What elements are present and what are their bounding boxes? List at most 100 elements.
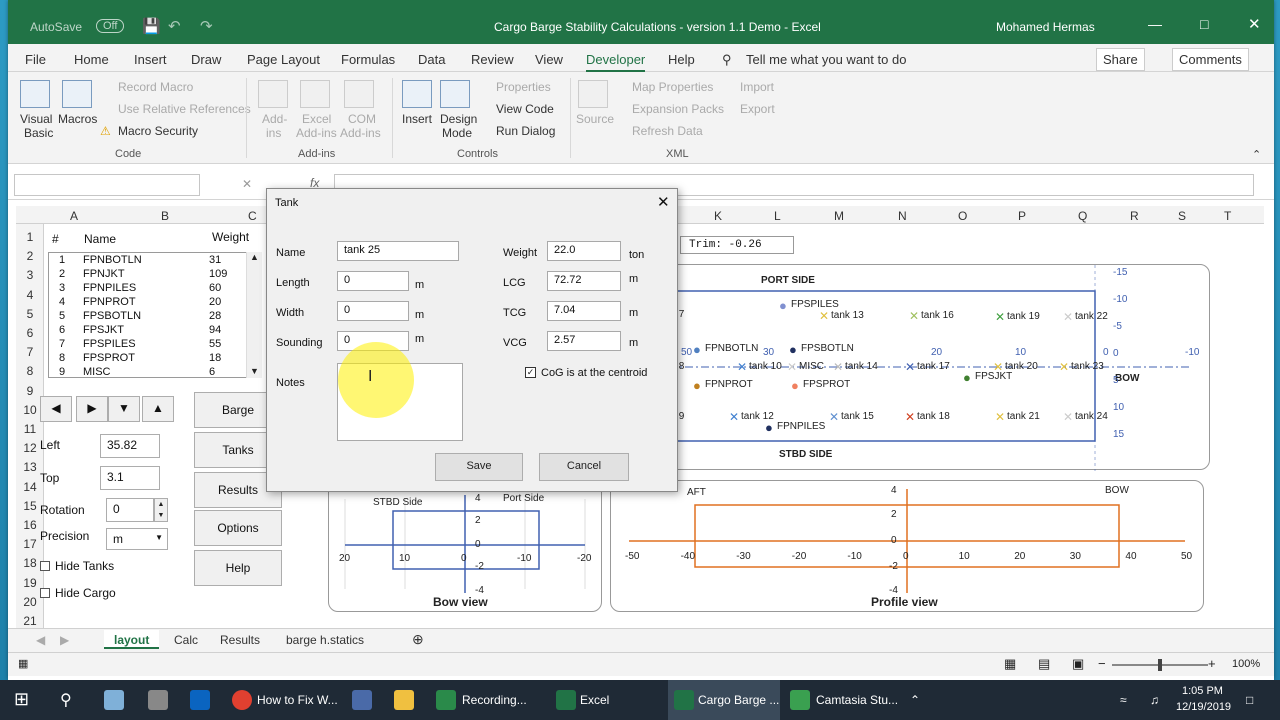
sheet-tab-calc[interactable]: Calc (174, 633, 198, 647)
com-addins-label-1[interactable]: COM (348, 112, 376, 126)
col-header[interactable]: P (1018, 209, 1026, 223)
tab-formulas[interactable]: Formulas (341, 52, 395, 67)
addins-label-1[interactable]: Add- (262, 112, 287, 126)
length-input[interactable]: 0 (337, 271, 409, 291)
design-mode-label-1[interactable]: Design (440, 112, 477, 126)
col-header[interactable]: N (898, 209, 907, 223)
com-addins-label-2[interactable]: Add-ins (340, 126, 381, 140)
row-header[interactable]: 8 (16, 364, 44, 378)
col-header[interactable]: M (834, 209, 844, 223)
recording-icon[interactable] (436, 690, 456, 710)
autosave-label[interactable]: AutoSave (30, 20, 82, 34)
visual-basic-label-1[interactable]: Visual (20, 112, 52, 126)
excel-icon[interactable] (556, 690, 576, 710)
tell-me-search[interactable]: Tell me what you want to do (746, 52, 906, 67)
properties-button[interactable]: Properties (496, 80, 551, 94)
normal-view-icon[interactable]: ▦ (1004, 656, 1016, 672)
col-header[interactable]: A (70, 209, 78, 223)
list-item[interactable]: 4 FPNPROT 20 (49, 296, 245, 310)
insert-control-icon[interactable] (402, 80, 432, 108)
col-header[interactable]: S (1178, 209, 1186, 223)
relative-references-button[interactable]: Use Relative References (118, 102, 251, 116)
tab-draw[interactable]: Draw (191, 52, 221, 67)
insert-control-button[interactable]: Insert (402, 112, 432, 126)
design-mode-label-2[interactable]: Mode (442, 126, 472, 140)
view-code-button[interactable]: View Code (496, 102, 554, 116)
move-right-button[interactable]: ▶ (76, 396, 108, 422)
top-input[interactable]: 3.1 (100, 466, 160, 490)
source-icon[interactable] (578, 80, 608, 108)
tray-chevron-icon[interactable]: ⌃ (910, 680, 920, 720)
expansion-packs-button[interactable]: Expansion Packs (632, 102, 724, 116)
cancel-button[interactable]: Cancel (539, 453, 629, 481)
row-header[interactable]: 21 (16, 614, 44, 628)
zoom-slider-thumb[interactable] (1158, 659, 1162, 671)
row-header[interactable]: 6 (16, 326, 44, 340)
visual-basic-label-2[interactable]: Basic (24, 126, 53, 140)
rotation-input[interactable]: 0 (106, 498, 154, 522)
close-icon[interactable]: ✕ (1248, 15, 1261, 33)
lcg-input[interactable]: 72.72 (547, 271, 621, 291)
move-down-button[interactable]: ▼ (108, 396, 140, 422)
tab-review[interactable]: Review (471, 52, 514, 67)
row-header[interactable]: 11 (16, 422, 44, 436)
col-header[interactable]: O (958, 209, 967, 223)
wifi-icon[interactable]: ≈ (1120, 680, 1127, 720)
run-dialog-button[interactable]: Run Dialog (496, 124, 555, 138)
page-break-view-icon[interactable]: ▣ (1072, 656, 1084, 672)
clock-date[interactable]: 12/19/2019 (1176, 680, 1231, 720)
weight-input[interactable]: 22.0 (547, 241, 621, 261)
taskbar-item[interactable]: Recording... (462, 680, 527, 720)
source-button[interactable]: Source (576, 112, 614, 126)
collapse-ribbon-icon[interactable]: ⌃ (1252, 148, 1261, 161)
com-addins-icon[interactable] (344, 80, 374, 108)
cog-checkbox[interactable]: ✓ (525, 367, 536, 378)
col-header[interactable]: T (1224, 209, 1231, 223)
list-item[interactable]: 9 MISC 6 (49, 366, 245, 380)
tab-page-layout[interactable]: Page Layout (247, 52, 320, 67)
next-sheet-icon[interactable]: ▶ (60, 633, 69, 647)
outlook-icon[interactable] (190, 690, 210, 710)
visual-basic-icon[interactable] (20, 80, 50, 108)
tab-developer[interactable]: Developer (586, 52, 646, 72)
list-item[interactable]: 8 FPSPROT 18 (49, 352, 245, 366)
refresh-data-button[interactable]: Refresh Data (632, 124, 703, 138)
name-box[interactable] (14, 174, 200, 196)
macro-record-icon[interactable]: ▦ (18, 657, 28, 670)
search-icon[interactable]: ⚲ (60, 680, 72, 720)
list-item[interactable]: 7 FPSPILES 55 (49, 338, 245, 352)
taskbar-item[interactable]: Camtasia Stu... (816, 680, 898, 720)
excel-addins-label-1[interactable]: Excel (302, 112, 331, 126)
tab-view[interactable]: View (535, 52, 563, 67)
left-input[interactable]: 35.82 (100, 434, 160, 458)
hide-cargo-checkbox[interactable] (40, 588, 50, 598)
cargo-list-scrollbar[interactable]: ▲ ▼ (246, 252, 262, 378)
tab-insert[interactable]: Insert (134, 52, 167, 67)
add-sheet-icon[interactable]: ⊕ (412, 631, 424, 648)
sheet-tab-results[interactable]: Results (220, 633, 260, 647)
tab-help[interactable]: Help (668, 52, 695, 67)
user-name[interactable]: Mohamed Hermas (996, 20, 1095, 34)
macros-icon[interactable] (62, 80, 92, 108)
excel-addins-label-2[interactable]: Add-ins (296, 126, 337, 140)
row-header[interactable]: 2 (16, 249, 44, 263)
list-item[interactable]: 6 FPSJKT 94 (49, 324, 245, 338)
addins-label-2[interactable]: ins (266, 126, 281, 140)
chrome-icon[interactable] (232, 690, 252, 710)
help-button[interactable]: Help (194, 550, 282, 586)
col-header[interactable]: B (161, 209, 169, 223)
move-left-button[interactable]: ◀ (40, 396, 72, 422)
zoom-in-icon[interactable]: + (1208, 656, 1216, 671)
folder-icon[interactable] (394, 690, 414, 710)
tab-data[interactable]: Data (418, 52, 445, 67)
col-header[interactable]: K (714, 209, 722, 223)
zoom-level[interactable]: 100% (1232, 658, 1260, 670)
addins-icon[interactable] (258, 80, 288, 108)
macros-button[interactable]: Macros (58, 112, 97, 126)
autosave-toggle[interactable]: Off (96, 19, 125, 33)
export-button[interactable]: Export (740, 102, 775, 116)
comments-button[interactable]: Comments (1172, 48, 1249, 71)
volume-icon[interactable]: ♫ (1150, 680, 1159, 720)
row-header[interactable]: 7 (16, 345, 44, 359)
design-mode-icon[interactable] (440, 80, 470, 108)
